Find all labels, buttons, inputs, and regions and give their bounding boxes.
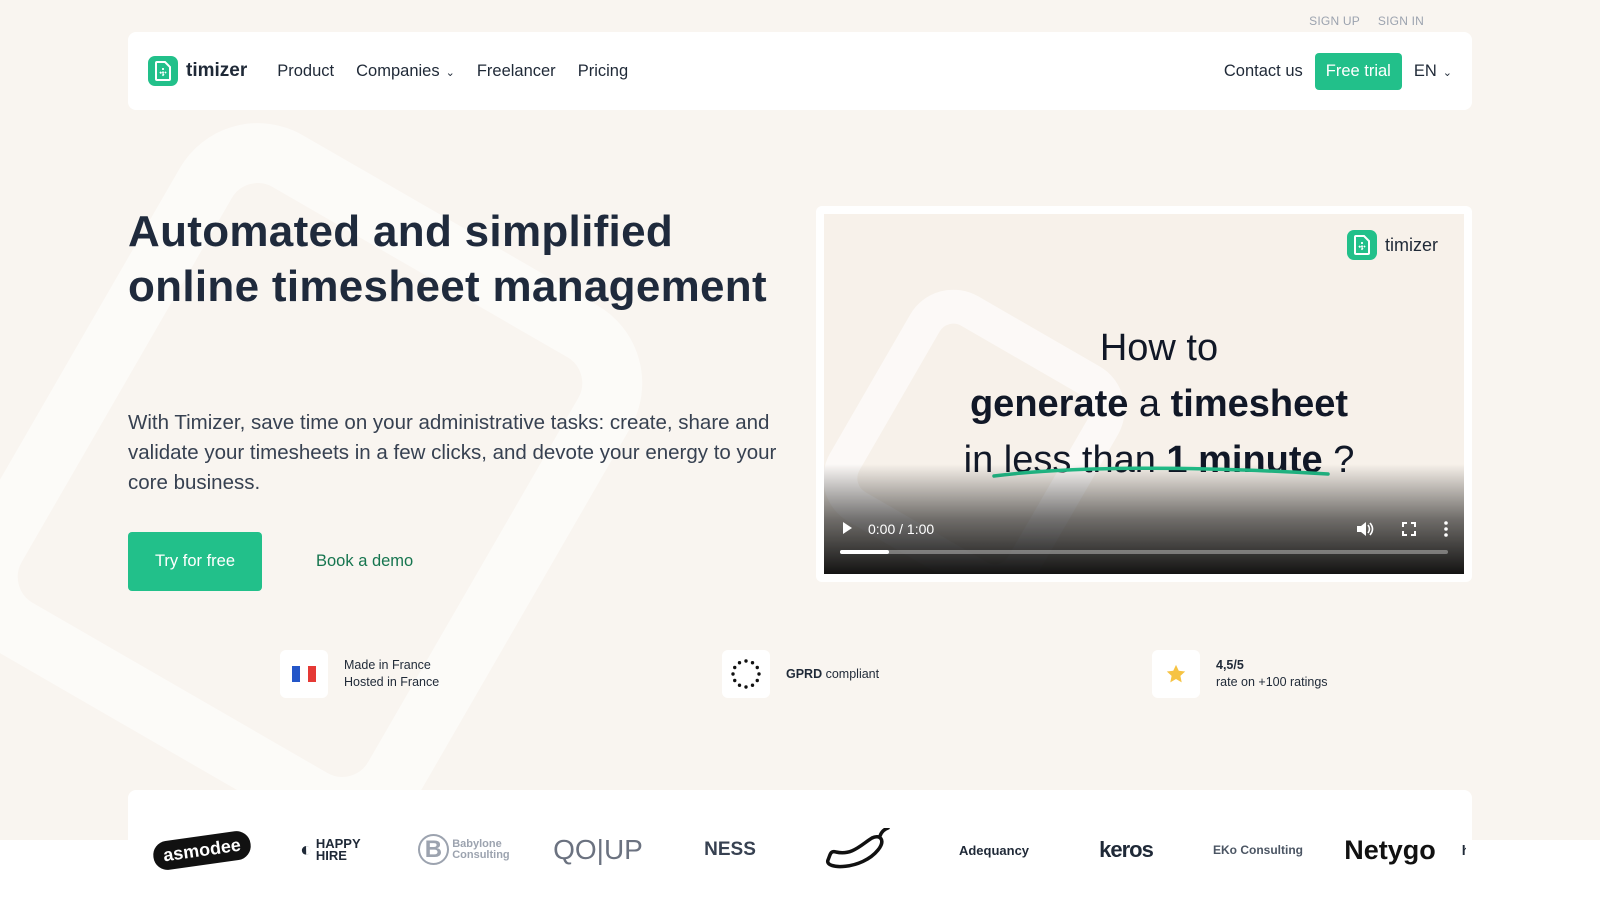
nav-item-companies[interactable]: Companies ⌄ — [356, 62, 455, 81]
video-progress-bar[interactable] — [840, 550, 1448, 554]
brand-name: timizer — [186, 60, 248, 81]
hero-cta-row: Try for free Book a demo — [128, 532, 413, 591]
sign-up-link[interactable]: SIGN UP — [1309, 14, 1360, 28]
video-card: timizer How to generate a timesheet in l… — [816, 206, 1472, 582]
nav-item-pricing[interactable]: Pricing — [578, 62, 628, 81]
timizer-logo-icon — [1347, 230, 1377, 260]
client-logos: asmodee ◐ HAPPY HIRE B Babylone Consulti… — [136, 828, 1466, 872]
client-logo-babylone: B Babylone Consulting — [400, 834, 532, 865]
video-controls: 0:00 / 1:00 — [824, 514, 1464, 544]
badge-line-2: Hosted in France — [344, 675, 440, 689]
badge-bold: GPRD — [786, 666, 823, 681]
video-line-2: generate a timesheet — [854, 376, 1464, 432]
nav-item-freelancer[interactable]: Freelancer — [477, 62, 556, 81]
badge-made-in-france: Made in France Hosted in France — [280, 650, 439, 698]
video-headline: How to generate a timesheet in less than… — [824, 320, 1464, 488]
volume-icon[interactable] — [1356, 521, 1374, 537]
nav-item-label: Companies — [356, 61, 440, 80]
brand-logo[interactable]: timizer — [148, 56, 247, 86]
client-logo-adequancy: Adequancy — [958, 842, 1030, 858]
play-icon[interactable] — [840, 521, 854, 538]
badge-rest: compliant — [822, 666, 880, 681]
account-links: SIGN UP SIGN IN — [1309, 14, 1424, 28]
france-flag-icon — [280, 650, 328, 698]
rating-score: 4,5/5 — [1216, 658, 1244, 672]
video-player[interactable]: timizer How to generate a timesheet in l… — [824, 214, 1464, 574]
video-word: a — [1128, 383, 1171, 425]
badge-gdpr: GPRD compliant — [722, 650, 879, 698]
nav-item-product[interactable]: Product — [277, 62, 334, 81]
client-logo-pepper — [796, 828, 928, 872]
video-line-1: How to — [1099, 327, 1219, 369]
hero-subtitle: With Timizer, save time on your administ… — [128, 411, 777, 494]
eu-stars-icon — [722, 650, 770, 698]
video-bold-word: generate — [969, 383, 1129, 425]
nav-links: Product Companies ⌄ Freelancer Pricing — [277, 62, 628, 81]
nav-item-label: Product — [277, 61, 335, 80]
book-demo-button[interactable]: Book a demo — [316, 552, 413, 571]
video-time: 0:00 / 1:00 — [868, 521, 935, 537]
fullscreen-icon[interactable] — [1402, 522, 1416, 536]
badge-line-1: Made in France — [344, 658, 431, 672]
client-logo-happy-hire: ◐ HAPPY HIRE — [300, 836, 361, 863]
nav-item-label: Pricing — [577, 61, 629, 80]
try-for-free-button[interactable]: Try for free — [128, 532, 262, 591]
client-logo-eko: EKo Consulting — [1213, 843, 1303, 857]
client-logo-asmodee: asmodee — [136, 828, 268, 872]
main-navbar: timizer Product Companies ⌄ Freelancer Pr… — [128, 32, 1472, 110]
language-label: EN — [1413, 61, 1437, 80]
sign-in-link[interactable]: SIGN IN — [1378, 14, 1424, 28]
video-progress-fill — [840, 550, 889, 554]
free-trial-button[interactable]: Free trial — [1314, 52, 1402, 90]
nav-actions: Contact us Free trial EN ⌄ — [1224, 52, 1452, 90]
nav-item-label: Freelancer — [476, 61, 556, 80]
video-brand-name: timizer — [1385, 234, 1438, 255]
timizer-logo-icon — [148, 56, 178, 86]
video-bold-word: timesheet — [1170, 383, 1349, 425]
hero-title: Automated and simplified online timeshee… — [128, 207, 767, 311]
client-logo-partial: h — [1456, 842, 1466, 858]
language-selector[interactable]: EN ⌄ — [1414, 62, 1452, 81]
video-brand-logo: timizer — [1347, 230, 1438, 260]
contact-us-link[interactable]: Contact us — [1224, 62, 1303, 81]
client-logo-qoup: QO|UP — [553, 834, 643, 865]
client-logo-ness: NESS — [704, 839, 756, 860]
chevron-down-icon: ⌄ — [1442, 66, 1452, 79]
badge-rating: 4,5/5 rate on +100 ratings — [1152, 650, 1328, 698]
more-options-icon[interactable] — [1444, 521, 1448, 537]
star-icon — [1152, 650, 1200, 698]
chevron-down-icon: ⌄ — [445, 66, 455, 79]
client-logo-netygo: Netygo — [1344, 834, 1436, 865]
client-logo-keros: keros — [1099, 837, 1154, 862]
rating-count: rate on +100 ratings — [1216, 675, 1328, 689]
